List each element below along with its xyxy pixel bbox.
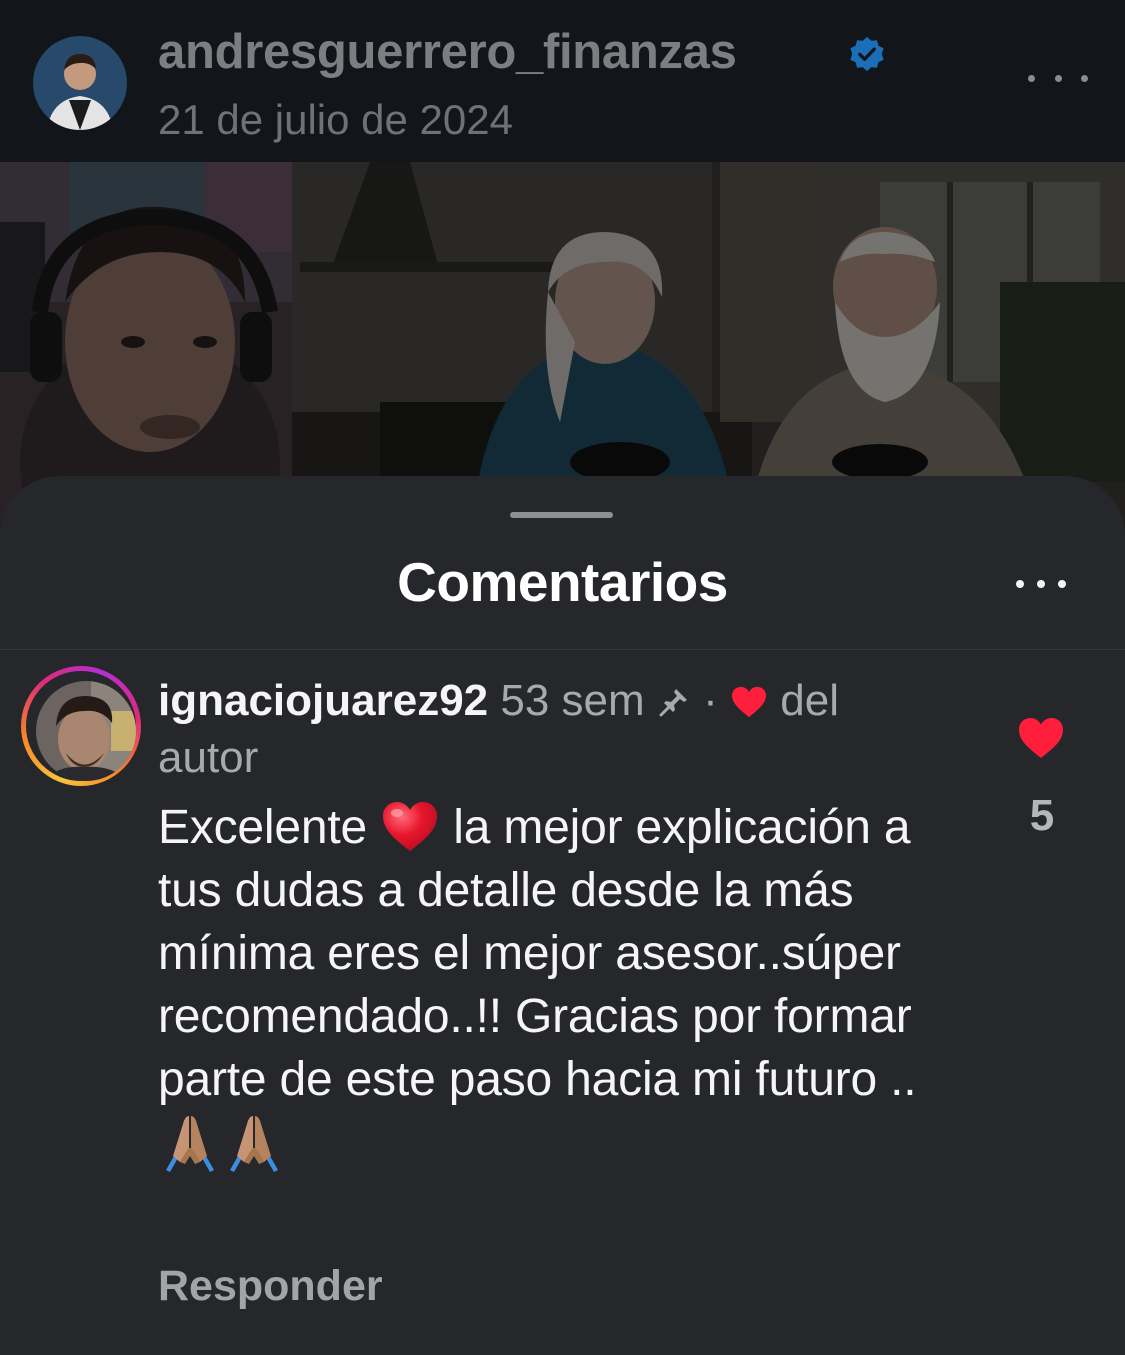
comments-sheet: Comentarios ignaciojuarez92 53 sem · del… [0, 476, 1125, 1355]
author-like-label: del [780, 676, 839, 725]
commenter-photo [36, 681, 136, 781]
like-count: 5 [1029, 791, 1055, 840]
folded-hands-emoji [166, 1116, 214, 1172]
like-heart-icon[interactable] [1017, 716, 1065, 760]
verified-badge-icon [850, 36, 884, 72]
sheet-title: Comentarios [397, 551, 728, 613]
red-heart-emoji [383, 802, 438, 851]
post-date: 21 de julio de 2024 [158, 96, 513, 143]
instagram-comments-screen: andresguerrero_finanzas 21 de julio de 2… [0, 0, 1125, 1355]
author-like-label-2: autor [158, 733, 259, 782]
commenter-username[interactable]: ignaciojuarez92 [158, 676, 488, 725]
author-username[interactable]: andresguerrero_finanzas [158, 24, 737, 80]
comment-text: Excelente la mejor explicación a tus dud… [158, 796, 978, 1174]
author-liked-heart-icon [732, 686, 767, 718]
pin-icon [659, 689, 687, 717]
author-avatar[interactable] [33, 36, 127, 130]
sheet-divider [0, 649, 1125, 650]
reply-button[interactable]: Responder [158, 1262, 383, 1311]
comment-time: 53 sem [500, 676, 645, 725]
comment-text-part-1: Excelente [158, 801, 381, 854]
post-header: andresguerrero_finanzas 21 de julio de 2… [0, 0, 1125, 162]
comment-header: ignaciojuarez92 53 sem · del autor [158, 672, 978, 786]
post-more-icon[interactable] [1028, 56, 1088, 100]
folded-hands-emoji [230, 1116, 278, 1172]
commenter-avatar[interactable] [21, 666, 141, 786]
meta-separator: · [703, 676, 718, 725]
sheet-more-icon[interactable] [1016, 568, 1066, 600]
sheet-drag-handle[interactable] [510, 512, 613, 518]
